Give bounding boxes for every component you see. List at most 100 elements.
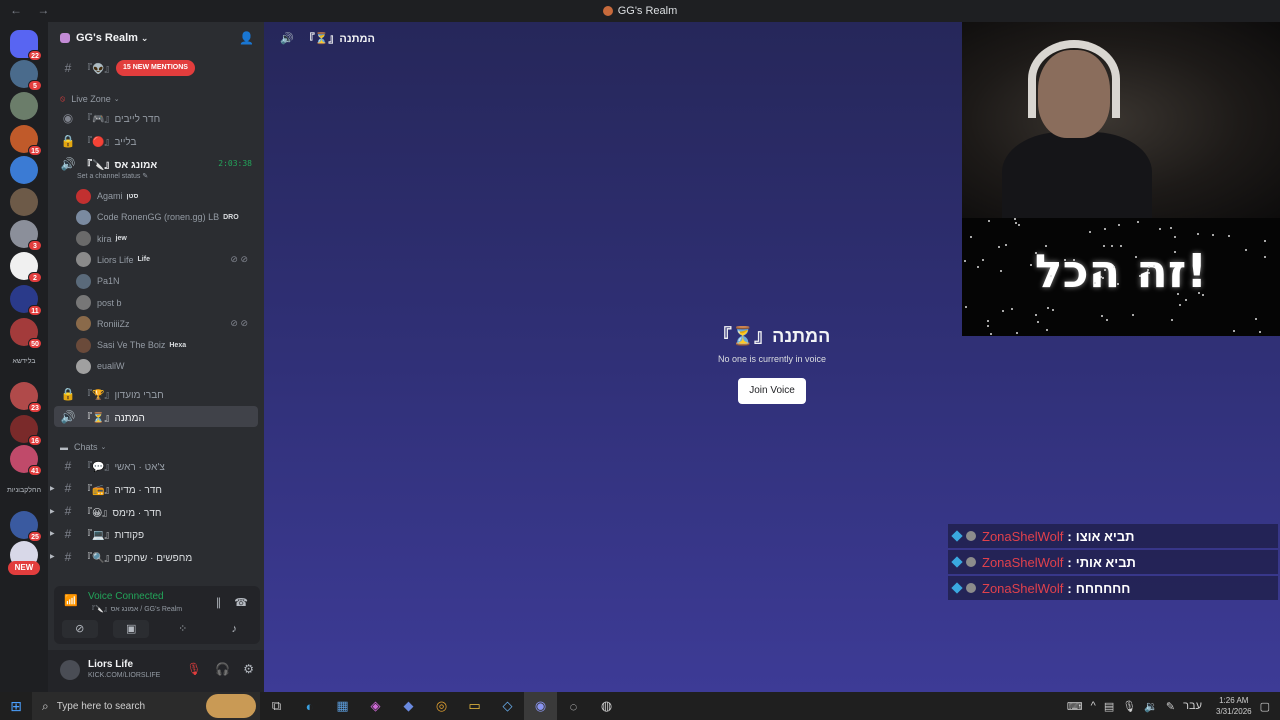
channel-header-title: 『⏳』המתנה: [303, 33, 375, 45]
channel-club-members[interactable]: 🔒 『🏆』חברי מועדון: [54, 383, 258, 404]
soundboard-icon[interactable]: ♪: [216, 620, 252, 638]
taskbar: ⊞ ⌕ Type here to search ⧉ ◐ ▦ ◈ ◆ ◎ ▭ ◇ …: [0, 692, 1280, 720]
server-icon[interactable]: 23: [10, 382, 42, 413]
file-explorer-icon[interactable]: ▭: [458, 698, 491, 714]
expand-arrow-icon[interactable]: ▶: [50, 553, 55, 560]
channel-header: 🔊 『⏳』המתנה: [280, 30, 375, 46]
gear-icon[interactable]: ⚙: [243, 662, 254, 676]
taskbar-search[interactable]: ⌕ Type here to search: [32, 692, 260, 720]
chat-channel[interactable]: ▶ # 『📻』חדר · מדיה: [50, 478, 258, 499]
chrome-icon[interactable]: ◎: [425, 698, 458, 714]
new-mentions-badge[interactable]: 15 NEW MENTIONS: [116, 60, 195, 76]
chat-channel[interactable]: ▶ # 『😀』חדר · מימס: [50, 501, 258, 522]
folder-label[interactable]: בלידשא: [4, 358, 44, 365]
forward-button[interactable]: →: [37, 3, 49, 17]
voice-user[interactable]: Agami סטן: [76, 186, 256, 206]
channel-label: 『🎮』חדר לייבים: [82, 114, 161, 125]
star: [1258, 330, 1261, 333]
chat-separator: :: [1067, 554, 1072, 570]
voice-user[interactable]: kira jew: [76, 229, 256, 249]
server-icon[interactable]: 41: [10, 445, 42, 476]
star: [1104, 228, 1107, 231]
server-icon[interactable]: 16: [10, 415, 42, 446]
pen-icon[interactable]: ✎: [1166, 700, 1175, 713]
screen-share-icon[interactable]: ▣: [113, 620, 150, 638]
star: [990, 332, 993, 335]
chat-channel[interactable]: # 『💬』צ'אט · ראשי: [54, 455, 258, 476]
network-icon[interactable]: ▤: [1104, 700, 1114, 713]
category-live-zone[interactable]: ⦸ Live Zone ⌄: [60, 94, 120, 104]
clock[interactable]: 1:26 AM 3/31/2026: [1216, 695, 1252, 717]
star: [1159, 228, 1162, 231]
star: [1263, 255, 1266, 258]
voice-connected-status[interactable]: Voice Connected: [88, 591, 164, 602]
server-icon[interactable]: 50: [10, 318, 42, 349]
server-icon[interactable]: 25: [10, 511, 42, 542]
mic-icon[interactable]: 🎙: [1122, 700, 1136, 713]
voice-channel-among-us[interactable]: 🔊 『🔪』אמונג אס 2:03:38: [54, 153, 258, 174]
channel-live-rooms[interactable]: ◉ 『🎮』חדר לייבים: [54, 107, 258, 128]
office-icon[interactable]: ◆: [392, 698, 425, 714]
category-chats[interactable]: ▬ Chats ⌄: [60, 442, 106, 452]
voice-user[interactable]: Pa1N: [76, 271, 256, 291]
edge-icon[interactable]: ◐: [293, 699, 326, 714]
server-icon[interactable]: [10, 92, 38, 120]
store-icon[interactable]: ▦: [326, 698, 359, 714]
keyboard-icon[interactable]: ⌨: [1067, 700, 1083, 713]
windows-start-icon[interactable]: ⊞: [0, 698, 32, 715]
signal-icon[interactable]: 📶: [64, 594, 78, 607]
speaker-icon: 🔊: [280, 32, 294, 45]
voice-user[interactable]: post b: [76, 293, 256, 313]
channel-status-hint[interactable]: Set a channel status ✎: [77, 172, 148, 180]
chevron-up-icon[interactable]: ^: [1091, 700, 1096, 712]
language-indicator[interactable]: עבר: [1183, 700, 1202, 712]
server-icon[interactable]: 15: [10, 125, 42, 156]
volume-icon[interactable]: 🔉: [1144, 700, 1158, 713]
obs-icon[interactable]: ◌: [557, 699, 590, 714]
new-badge[interactable]: NEW: [8, 561, 40, 575]
back-button[interactable]: ←: [10, 3, 22, 17]
channel-in-live[interactable]: 🔒 『🔴』בלייב: [54, 130, 258, 151]
copilot-icon[interactable]: ◈: [359, 698, 392, 714]
server-icon[interactable]: 5: [10, 60, 42, 91]
guild-icon: [60, 33, 70, 43]
server-icon[interactable]: [10, 156, 38, 184]
deafen-icon[interactable]: 🎧: [215, 662, 230, 676]
avatar[interactable]: [60, 660, 80, 680]
voice-user[interactable]: eualiW: [76, 356, 256, 376]
steam-icon[interactable]: ◍: [590, 698, 623, 714]
disconnect-icon[interactable]: ☎: [234, 597, 248, 609]
server-icon[interactable]: 22: [10, 30, 42, 61]
discord-icon[interactable]: ◉: [524, 692, 557, 720]
star: [1116, 283, 1119, 286]
muted-icon: ⊘ ⊘: [230, 318, 248, 329]
activities-icon[interactable]: ⁘: [165, 620, 201, 638]
server-icon[interactable]: 2: [10, 252, 42, 283]
server-icon[interactable]: [10, 188, 38, 216]
invite-icon[interactable]: 👤: [239, 31, 254, 45]
expand-arrow-icon[interactable]: ▶: [50, 530, 55, 537]
chat-channel[interactable]: ▶ # 『🔍』מחפשים · שחקנים: [50, 546, 258, 567]
voice-location[interactable]: 『🔪』אמונג אס / GG's Realm: [88, 604, 182, 614]
task-view-icon[interactable]: ⧉: [260, 698, 293, 714]
join-voice-button[interactable]: Join Voice: [738, 378, 806, 404]
voice-user[interactable]: Code RonenGG (ronen.gg) LB DRO: [76, 207, 256, 227]
camera-off-icon[interactable]: ⊘: [61, 620, 98, 638]
voice-user[interactable]: RoniiiZz ⊘ ⊘: [76, 314, 256, 334]
expand-arrow-icon[interactable]: ▶: [50, 508, 55, 515]
folder-label[interactable]: החלקבוניות: [4, 487, 44, 494]
guild-header[interactable]: GG's Realm ⌄ 👤: [48, 22, 264, 54]
voice-user[interactable]: Liors Life Life ⊘ ⊘: [76, 250, 256, 270]
noise-suppression-icon[interactable]: ∥: [216, 597, 222, 609]
expand-arrow-icon[interactable]: ▶: [50, 485, 55, 492]
notifications-icon[interactable]: ▢: [1260, 700, 1270, 713]
app-icon[interactable]: ◇: [491, 698, 524, 714]
mic-muted-icon[interactable]: 🎙: [186, 662, 201, 676]
channel-waiting-room[interactable]: 🔊 『⏳』המתנה: [54, 406, 258, 427]
server-icon[interactable]: 11: [10, 285, 42, 316]
user-name: Sasi Ve The Boiz: [97, 340, 166, 351]
chat-separator: :: [1067, 528, 1072, 544]
server-icon[interactable]: 3: [10, 220, 42, 251]
chat-channel[interactable]: ▶ # 『💻』פקודות: [50, 523, 258, 544]
voice-user[interactable]: Sasi Ve The Boiz Hexa: [76, 335, 256, 355]
